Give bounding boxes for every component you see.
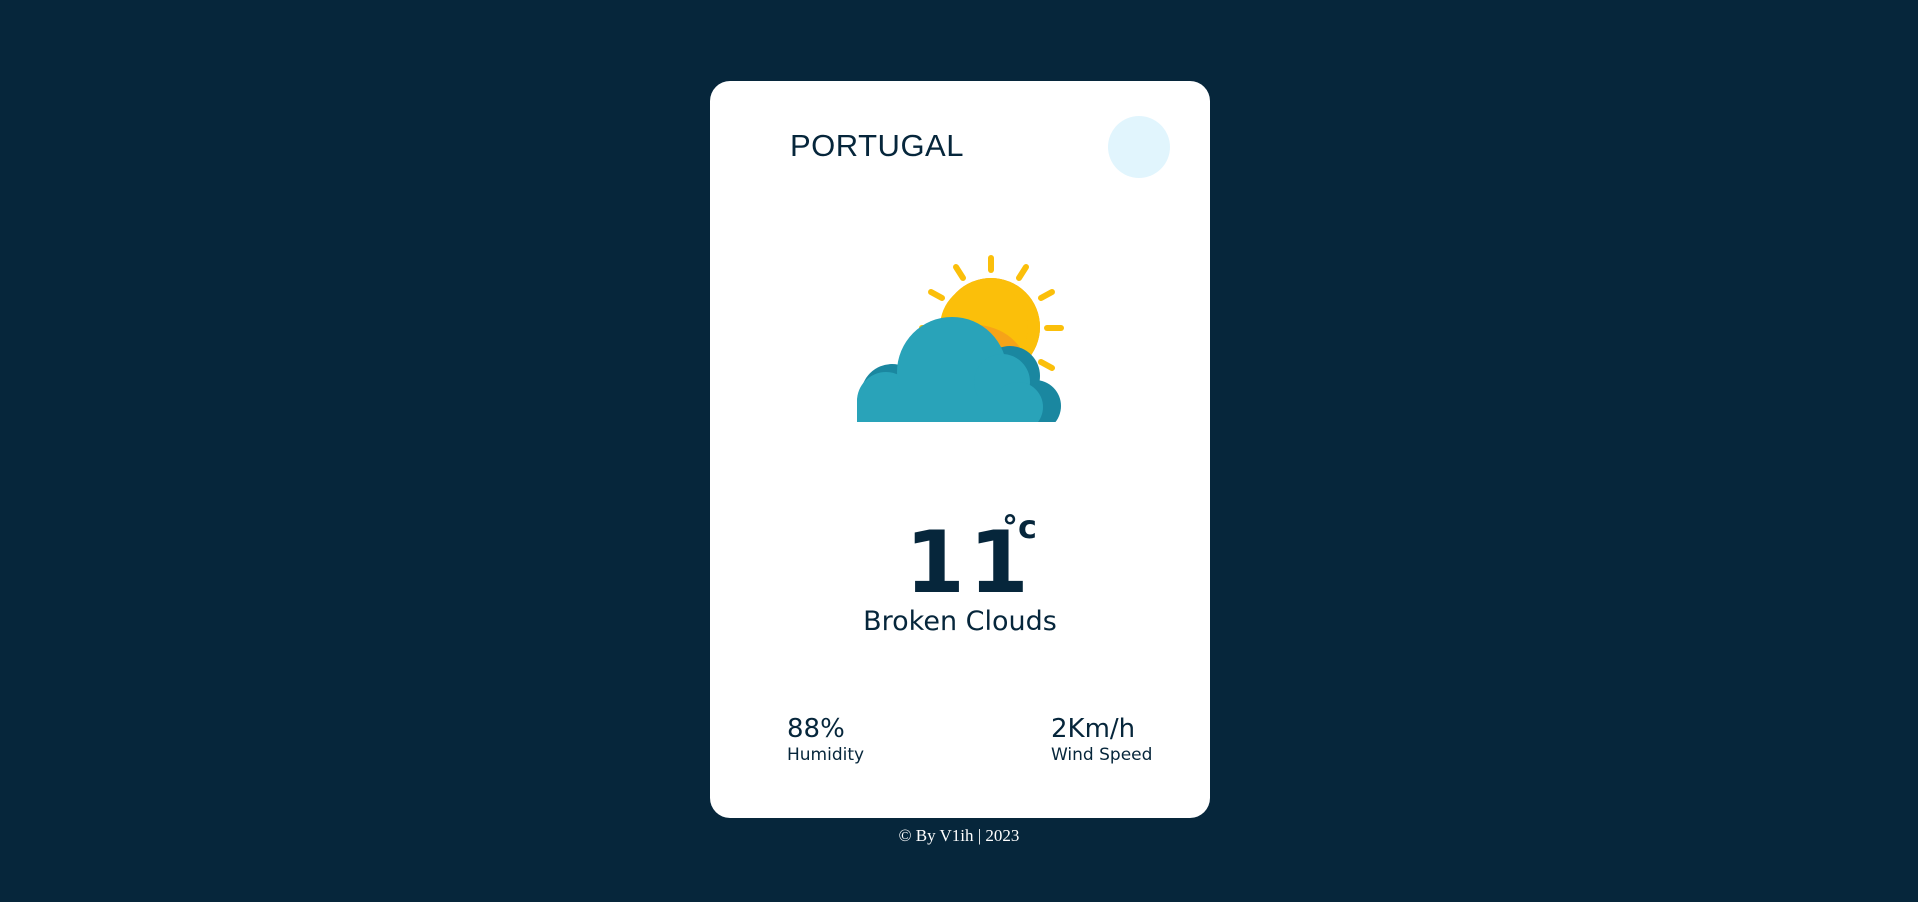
footer-credit: © By V1ih | 2023 bbox=[898, 826, 1020, 845]
temperature-display: 11 °c bbox=[710, 508, 1210, 613]
wind-label: Wind Speed bbox=[1051, 745, 1153, 765]
search-button[interactable] bbox=[1108, 116, 1170, 178]
wind-stat: 2Km/h Wind Speed bbox=[1051, 713, 1152, 765]
weather-card: PORTUGAL 11 °c Broken Clouds 88% Humidit… bbox=[710, 81, 1210, 818]
temperature-unit: °c bbox=[1002, 508, 1037, 546]
country-name: PORTUGAL bbox=[790, 128, 964, 163]
weather-description: Broken Clouds bbox=[863, 606, 1057, 637]
humidity-stat: 88% Humidity bbox=[787, 713, 864, 765]
humidity-label: Humidity bbox=[787, 745, 865, 765]
humidity-value: 88% bbox=[787, 714, 845, 744]
wind-value: 2Km/h bbox=[1051, 714, 1136, 744]
sun-behind-cloud-icon bbox=[857, 255, 1064, 432]
